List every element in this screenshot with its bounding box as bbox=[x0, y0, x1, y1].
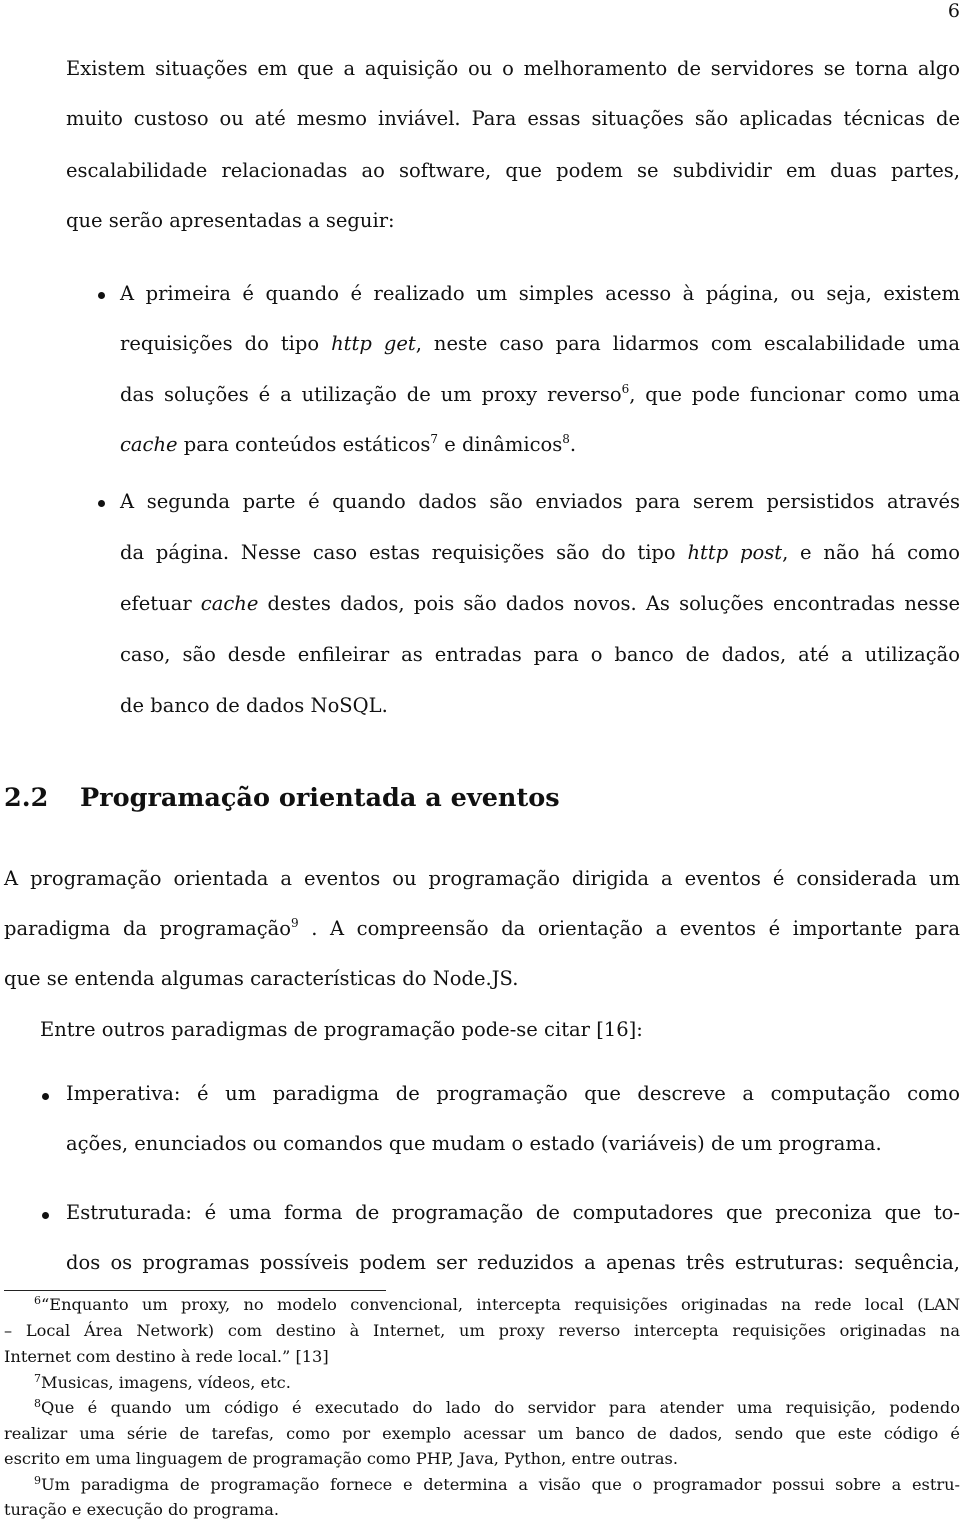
text-line: requisições do tipo http get, neste caso… bbox=[120, 334, 960, 354]
text-span: das soluções é a utilização de um proxy … bbox=[120, 383, 622, 406]
footnote-line: 8Que é quando um código é executado do l… bbox=[34, 1397, 960, 1417]
footnote-mark: 6 bbox=[34, 1294, 41, 1307]
bullet-icon bbox=[98, 292, 105, 299]
footnote-line: 9Um paradigma de programação fornece e d… bbox=[34, 1474, 960, 1494]
text-line: de banco de dados NoSQL. bbox=[120, 694, 388, 717]
page-number: 6 bbox=[947, 0, 960, 22]
text-span: e dinâmicos bbox=[438, 433, 563, 456]
emphasis-text: http get bbox=[331, 332, 416, 355]
text-span: para conteúdos estáticos bbox=[177, 433, 431, 456]
text-line: A segunda parte é quando dados são envia… bbox=[120, 490, 960, 513]
section-heading: 2.2 Programação orientada a eventos bbox=[4, 783, 560, 813]
text-line: efetuar cache destes dados, pois são dad… bbox=[120, 594, 960, 614]
footnote-mark: 7 bbox=[34, 1372, 41, 1385]
text-line: ações, enunciados ou comandos que mudam … bbox=[66, 1132, 882, 1155]
emphasis-text: cache bbox=[120, 433, 178, 456]
text-span: Musicas, imagens, vídeos, etc. bbox=[41, 1373, 291, 1392]
text-line: dos os programas possíveis podem ser red… bbox=[66, 1251, 960, 1274]
text-line: muito custoso ou até mesmo inviável. Par… bbox=[66, 107, 960, 130]
text-span: Um paradigma de programação fornece e de… bbox=[41, 1475, 960, 1494]
text-line: das soluções é a utilização de um proxy … bbox=[120, 383, 960, 406]
text-line: que serão apresentadas a seguir: bbox=[66, 209, 395, 232]
text-span: destes dados, pois são dados novos. As s… bbox=[258, 592, 960, 615]
text-line: escalabilidade relacionadas ao software,… bbox=[66, 159, 960, 182]
text-line: A programação orientada a eventos ou pro… bbox=[4, 867, 960, 890]
footnote-divider bbox=[4, 1290, 386, 1291]
text-span: efetuar bbox=[120, 592, 201, 615]
footnote-line: – Local Área Network) com destino à Inte… bbox=[4, 1321, 960, 1340]
emphasis-text: http post bbox=[687, 541, 783, 564]
text-line: A primeira é quando é realizado um simpl… bbox=[120, 282, 960, 305]
text-span: . bbox=[569, 433, 577, 456]
text-line: Imperativa: é um paradigma de programaçã… bbox=[66, 1082, 960, 1105]
footnote-ref[interactable]: 9 bbox=[291, 916, 299, 930]
text-span: da página. Nesse caso estas requisições … bbox=[120, 541, 688, 564]
section-title: Programação orientada a eventos bbox=[80, 783, 560, 813]
text-span: Que é quando um código é executado do la… bbox=[41, 1398, 960, 1417]
footnote-mark: 9 bbox=[34, 1474, 41, 1487]
text-line: Existem situações em que a aquisição ou … bbox=[66, 57, 960, 80]
text-span: , e não há como bbox=[782, 541, 960, 564]
text-span: paradigma da programação bbox=[4, 917, 292, 940]
footnote-ref[interactable]: 8 bbox=[562, 432, 570, 446]
text-line: que se entenda algumas características d… bbox=[4, 967, 519, 990]
section-number: 2.2 bbox=[4, 783, 49, 813]
bullet-icon bbox=[42, 1212, 49, 1219]
emphasis-text: cache bbox=[200, 592, 259, 615]
text-line: Estruturada: é uma forma de programação … bbox=[66, 1201, 960, 1224]
text-line: cache para conteúdos estáticos7 e dinâmi… bbox=[120, 432, 577, 456]
text-span: requisições do tipo bbox=[120, 332, 332, 355]
text-span: , neste caso para lidarmos com escalabil… bbox=[415, 332, 960, 355]
footnote-mark: 8 bbox=[34, 1397, 41, 1410]
text-line: da página. Nesse caso estas requisições … bbox=[120, 543, 960, 563]
footnote-line: escrito em uma linguagem de programação … bbox=[4, 1449, 678, 1468]
footnote-line: realizar uma série de tarefas, como por … bbox=[4, 1424, 960, 1443]
text-span: “Enquanto um proxy, no modelo convencion… bbox=[41, 1295, 960, 1314]
bullet-icon bbox=[98, 500, 105, 507]
text-span: , que pode funcionar como uma bbox=[629, 383, 960, 406]
bullet-icon bbox=[42, 1093, 49, 1100]
footnote-ref[interactable]: 7 bbox=[430, 432, 438, 446]
text-line: paradigma da programação9 . A compreensã… bbox=[4, 916, 960, 940]
footnote-line: turação e execução do programa. bbox=[4, 1500, 280, 1519]
footnote-line: 6“Enquanto um proxy, no modelo convencio… bbox=[34, 1294, 960, 1314]
footnote-line: 7Musicas, imagens, vídeos, etc. bbox=[34, 1372, 291, 1392]
section-paragraph-2: Entre outros paradigmas de programação p… bbox=[40, 1018, 643, 1041]
text-span: . A compreensão da orientação a eventos … bbox=[298, 917, 960, 940]
text-line: caso, são desde enfileirar as entradas p… bbox=[120, 643, 960, 666]
footnote-line: Internet com destino à rede local.” [13] bbox=[4, 1347, 329, 1366]
